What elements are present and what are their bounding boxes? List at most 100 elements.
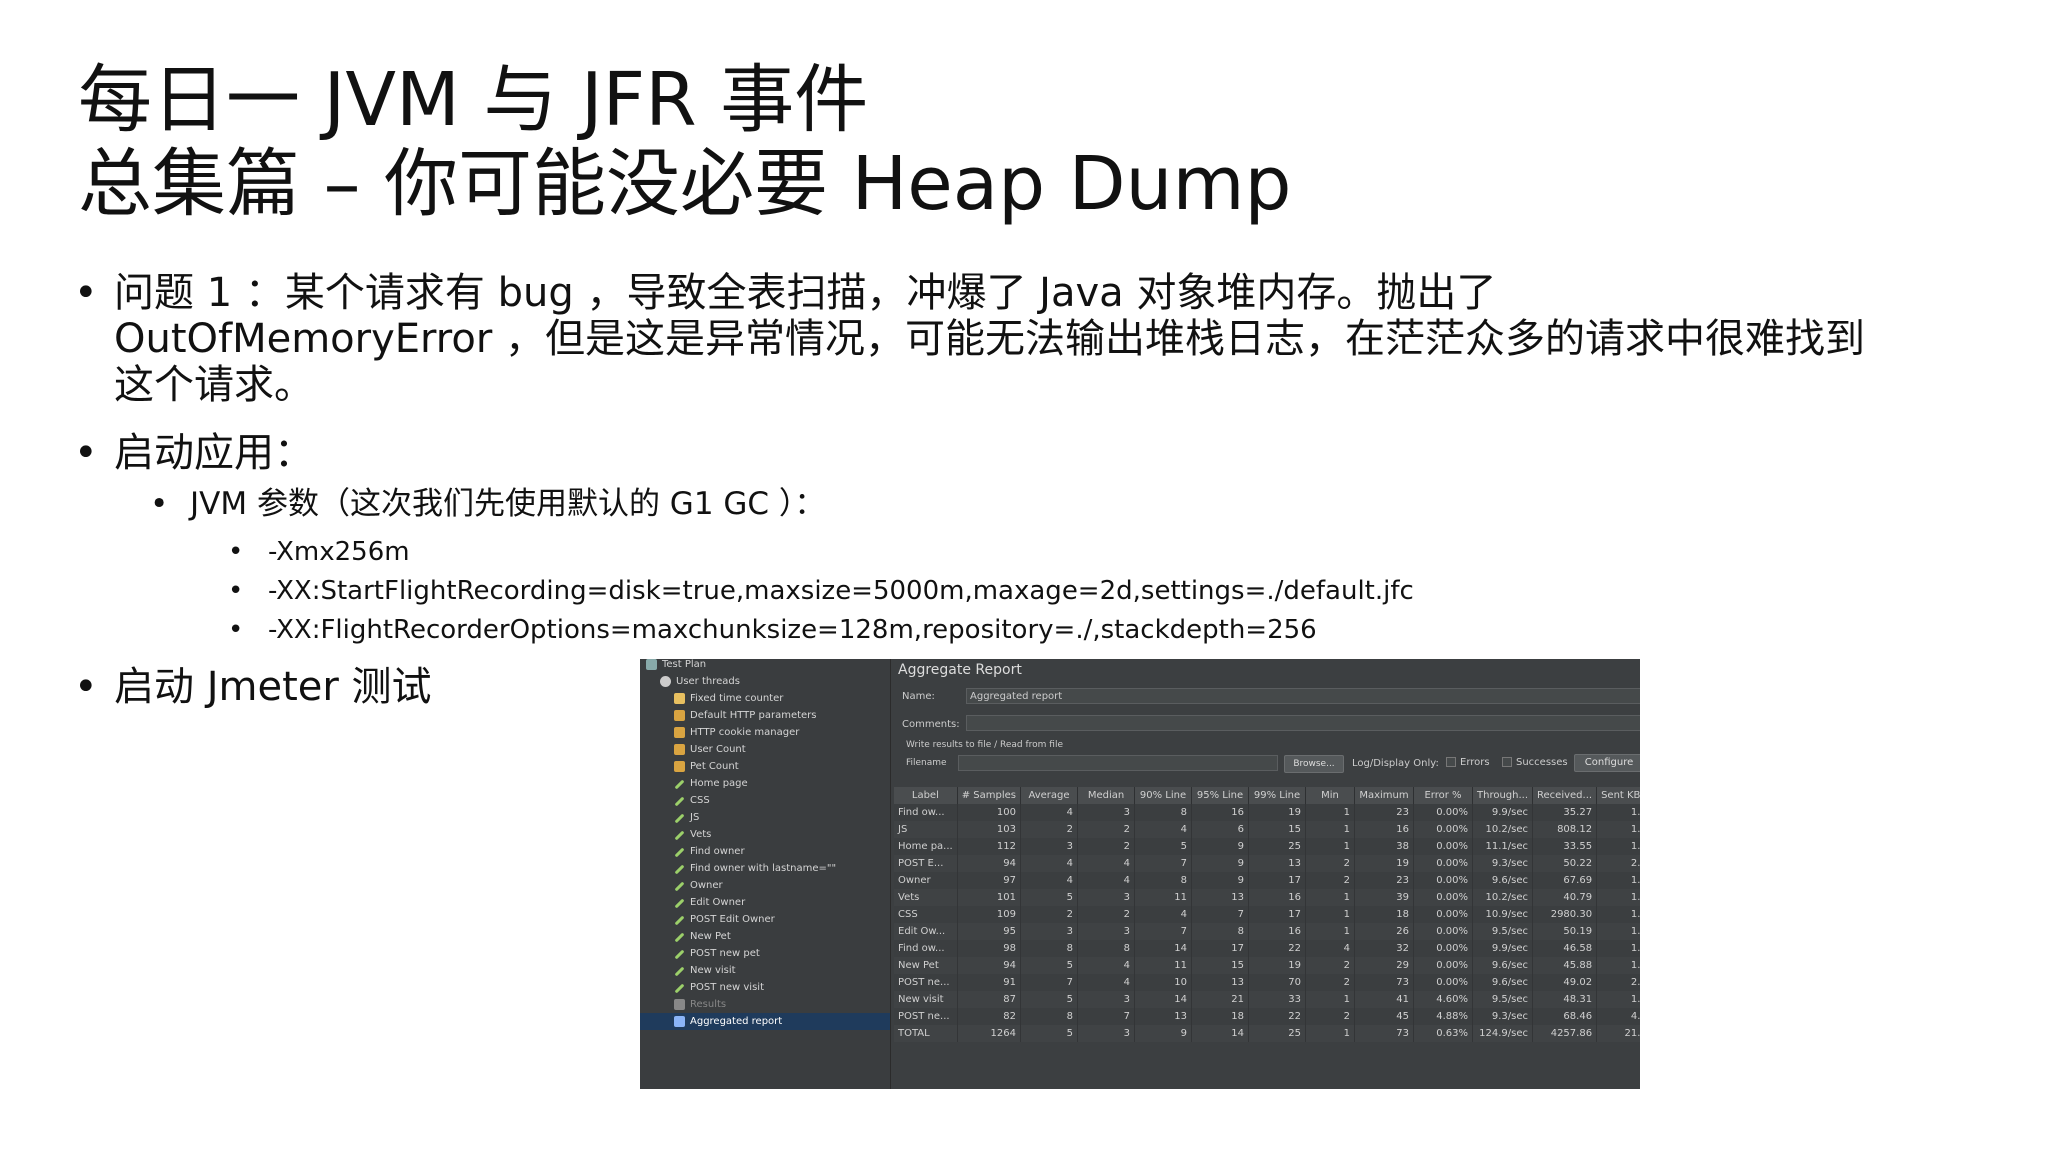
- table-cell: 94: [957, 957, 1022, 974]
- tree-item[interactable]: Results: [640, 996, 890, 1013]
- table-cell: 6: [1191, 821, 1249, 838]
- tree-item[interactable]: Test Plan: [640, 659, 890, 673]
- table-row[interactable]: POST ne... 82 8 7 13 18 22 2 45 4.88% 9.3/sec 68.46…: [894, 1008, 1640, 1025]
- jvm-arg-2: -XX:StartFlightRecording=disk=true,maxsi…: [268, 576, 1414, 606]
- table-cell: 0.00%: [1413, 821, 1473, 838]
- table-cell: 8: [1077, 940, 1135, 957]
- configure-button[interactable]: Configure: [1574, 754, 1640, 772]
- tree-item[interactable]: Edit Owner: [640, 894, 890, 911]
- table-cell: 5: [1020, 957, 1078, 974]
- table-cell: 22: [1248, 1008, 1306, 1025]
- table-cell: POST ne...: [894, 1008, 958, 1025]
- column-header[interactable]: Received...: [1532, 787, 1598, 804]
- tree-item[interactable]: Home page: [640, 775, 890, 792]
- tree-item[interactable]: HTTP cookie manager: [640, 724, 890, 741]
- table-cell: 101: [957, 889, 1022, 906]
- table-row[interactable]: New visit 87 5 3 14 21 33 1 41 4.60% 9.5/sec 48.31 1…: [894, 991, 1640, 1008]
- table-cell: 19: [1248, 804, 1306, 821]
- table-row[interactable]: Find ow... 100 4 3 8 16 19 1 23 0.00% 9.9/sec 35.27…: [894, 804, 1640, 821]
- table-cell: Home pa...: [894, 838, 958, 855]
- tree-item[interactable]: POST Edit Owner: [640, 911, 890, 928]
- table-row[interactable]: Vets 101 5 3 11 13 16 1 39 0.00% 10.2/sec 40.79 1.: [894, 889, 1640, 906]
- tree-item[interactable]: Fixed time counter: [640, 690, 890, 707]
- table-cell: 19: [1248, 957, 1306, 974]
- table-cell: 16: [1248, 889, 1306, 906]
- sampler-icon: [674, 864, 685, 875]
- table-cell: JS: [894, 821, 958, 838]
- table-cell: 25: [1248, 838, 1306, 855]
- tree-item[interactable]: User Count: [640, 741, 890, 758]
- tree-item[interactable]: User threads: [640, 673, 890, 690]
- table-cell: 8: [1020, 940, 1078, 957]
- tree-item[interactable]: Find owner with lastname="": [640, 860, 890, 877]
- table-cell: 40.79: [1532, 889, 1598, 906]
- tree-item[interactable]: POST new pet: [640, 945, 890, 962]
- table-cell: 48.31: [1532, 991, 1598, 1008]
- test-plan-icon: [646, 659, 657, 670]
- browse-button[interactable]: Browse...: [1284, 755, 1344, 773]
- column-header[interactable]: 99% Line: [1248, 787, 1306, 804]
- table-row[interactable]: Edit Ow... 95 3 3 7 8 16 1 26 0.00% 9.5/sec 50.19 1.: [894, 923, 1640, 940]
- tree-item[interactable]: Vets: [640, 826, 890, 843]
- errors-checkbox[interactable]: [1446, 757, 1456, 767]
- table-cell: Owner: [894, 872, 958, 889]
- tree-item[interactable]: Pet Count: [640, 758, 890, 775]
- table-cell: 9.9/sec: [1472, 804, 1534, 821]
- tree-item-label: Find owner: [690, 846, 745, 857]
- panel-title: Aggregate Report: [898, 662, 1022, 678]
- table-cell: 13: [1248, 855, 1306, 872]
- table-cell: 17: [1248, 906, 1306, 923]
- tree-item[interactable]: New Pet: [640, 928, 890, 945]
- table-row[interactable]: Find ow... 98 8 8 14 17 22 4 32 0.00% 9.9/sec 46.58…: [894, 940, 1640, 957]
- comments-field[interactable]: [966, 715, 1640, 731]
- tree-item[interactable]: JS: [640, 809, 890, 826]
- table-cell: 25: [1248, 1025, 1306, 1042]
- table-cell: 4: [1077, 974, 1135, 991]
- table-row[interactable]: CSS 109 2 2 4 7 17 1 18 0.00% 10.9/sec 2980.30 1.: [894, 906, 1640, 923]
- table-row[interactable]: TOTAL 1264 5 3 9 14 25 1 73 0.63% 124.9/sec 4257.86…: [894, 1025, 1640, 1042]
- tree-item[interactable]: Find owner: [640, 843, 890, 860]
- sampler-icon: [674, 915, 685, 926]
- table-row[interactable]: POST ne... 91 7 4 10 13 70 2 73 0.00% 9.6/sec 49.02…: [894, 974, 1640, 991]
- sampler-icon: [674, 932, 685, 943]
- sampler-icon: [674, 796, 685, 807]
- tree-item[interactable]: CSS: [640, 792, 890, 809]
- table-cell: 1: [1305, 906, 1355, 923]
- table-cell: 4: [1134, 906, 1192, 923]
- table-row[interactable]: Owner 97 4 4 8 9 17 2 23 0.00% 9.6/sec 67.69 1.: [894, 872, 1640, 889]
- table-row[interactable]: POST E... 94 4 4 7 9 13 2 19 0.00% 9.3/sec 50.22 2.: [894, 855, 1640, 872]
- table-row[interactable]: New Pet 94 5 4 11 15 19 2 29 0.00% 9.6/sec 45.88 1.: [894, 957, 1640, 974]
- table-cell: 21: [1191, 991, 1249, 1008]
- tree-item[interactable]: Owner: [640, 877, 890, 894]
- name-field[interactable]: Aggregated report: [966, 688, 1640, 704]
- table-cell: 49.02: [1532, 974, 1598, 991]
- table-cell: 94: [957, 855, 1022, 872]
- table-cell: 29: [1354, 957, 1414, 974]
- successes-checkbox[interactable]: [1502, 757, 1512, 767]
- column-header[interactable]: Maximum: [1354, 787, 1414, 804]
- table-cell: 4: [1077, 872, 1135, 889]
- column-header[interactable]: # Samples: [957, 787, 1022, 804]
- column-header[interactable]: 90% Line: [1134, 787, 1192, 804]
- table-row[interactable]: JS 103 2 2 4 6 15 1 16 0.00% 10.2/sec 808.12 1.: [894, 821, 1640, 838]
- column-header[interactable]: Sent KB: [1596, 787, 1640, 804]
- table-cell: 5: [1020, 1025, 1078, 1042]
- column-header[interactable]: 95% Line: [1191, 787, 1249, 804]
- tree-item[interactable]: Default HTTP parameters: [640, 707, 890, 724]
- column-header[interactable]: Average: [1020, 787, 1078, 804]
- tree-item[interactable]: POST new visit: [640, 979, 890, 996]
- column-header[interactable]: Through...: [1472, 787, 1534, 804]
- column-header[interactable]: Min: [1305, 787, 1355, 804]
- tree-item[interactable]: Aggregated report: [640, 1013, 890, 1030]
- table-cell: 4: [1077, 855, 1135, 872]
- tree-item[interactable]: New visit: [640, 962, 890, 979]
- listener-icon: [674, 999, 685, 1010]
- table-cell: 8: [1191, 923, 1249, 940]
- table-row[interactable]: Home pa... 112 3 2 5 9 25 1 38 0.00% 11.1/sec 33.55…: [894, 838, 1640, 855]
- column-header[interactable]: Error %: [1413, 787, 1473, 804]
- column-header[interactable]: Label: [894, 787, 958, 804]
- table-cell: 2: [1305, 855, 1355, 872]
- config-icon: [674, 761, 685, 772]
- filename-field[interactable]: [958, 755, 1278, 771]
- column-header[interactable]: Median: [1077, 787, 1135, 804]
